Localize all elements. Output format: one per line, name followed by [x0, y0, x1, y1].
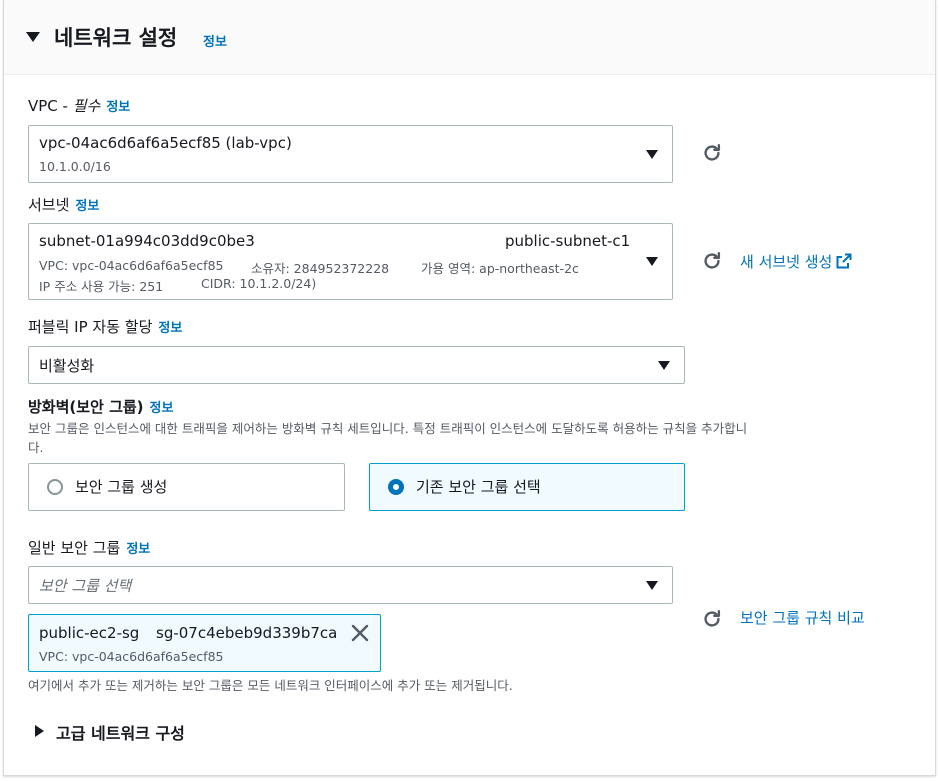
radio-existing-sg[interactable] [388, 479, 404, 495]
public-ip-value: 비활성화 [39, 357, 95, 375]
subnet-refresh-icon[interactable] [701, 250, 723, 272]
vpc-dropdown-caret-icon [646, 150, 658, 159]
subnet-vpc: VPC: vpc-04ac6d6af6a5ecf85 [39, 258, 224, 273]
section-title: 네트워크 설정 [54, 26, 178, 50]
option-create-sg[interactable]: 보안 그룹 생성 [28, 463, 345, 511]
vpc-select[interactable]: vpc-04ac6d6af6a5ecf85 (lab-vpc) 10.1.0.0… [28, 125, 673, 183]
token-sg-name: public-ec2-sg [39, 624, 140, 642]
vpc-required: 필수 [72, 97, 101, 115]
subnet-name: public-subnet-c1 [505, 232, 631, 250]
subnet-id: subnet-01a994c03dd9c0be3 [39, 232, 255, 250]
security-group-dropdown-caret-icon [646, 581, 658, 590]
firewall-description-line2: 다. [28, 440, 44, 455]
public-ip-select[interactable]: 비활성화 [28, 346, 685, 384]
expand-caret-icon[interactable] [35, 725, 44, 737]
common-sg-info-link[interactable]: 정보 [126, 542, 150, 557]
subnet-cidr: CIDR: 10.1.2.0/24) [201, 276, 317, 291]
subnet-az: 가용 영역: ap-northeast-2c [421, 261, 579, 276]
firewall-description: 보안 그룹은 인스턴스에 대한 트래픽을 제어하는 방화벽 규칙 세트입니다. … [28, 419, 928, 457]
common-sg-label-text: 일반 보안 그룹 [28, 539, 121, 557]
network-settings-panel: 네트워크 설정 정보 VPC - 필수 정보 vpc-04ac6d6af6a5ec… [3, 0, 936, 776]
selected-security-group-token: public-ec2-sg sg-07c4ebeb9d339b7ca VPC: … [28, 614, 381, 672]
common-sg-label: 일반 보안 그룹 정보 [28, 537, 150, 558]
public-ip-label: 퍼블릭 IP 자동 할당 정보 [28, 316, 182, 337]
vpc-cidr: 10.1.0.0/16 [39, 159, 111, 174]
public-ip-info-link[interactable]: 정보 [158, 321, 182, 336]
radio-create-sg[interactable] [47, 479, 63, 495]
token-sg-id: sg-07c4ebeb9d339b7ca [156, 624, 338, 642]
subnet-ip-available: IP 주소 사용 가능: 251 [39, 279, 164, 294]
collapse-caret-icon[interactable] [26, 32, 40, 42]
security-group-select[interactable]: 보안 그룹 선택 [28, 566, 673, 604]
create-subnet-link[interactable]: 새 서브넷 생성 [740, 251, 852, 272]
subnet-label-text: 서브넷 [28, 196, 70, 214]
vpc-label-text: VPC - [28, 97, 73, 115]
public-ip-label-text: 퍼블릭 IP 자동 할당 [28, 318, 153, 336]
panel-header[interactable]: 네트워크 설정 정보 [4, 0, 935, 75]
vpc-info-link[interactable]: 정보 [106, 100, 130, 115]
public-ip-dropdown-caret-icon [658, 361, 670, 370]
security-group-note: 여기에서 추가 또는 제거하는 보안 그룹은 모든 네트워크 인터페이스에 추가… [28, 678, 513, 693]
subnet-dropdown-caret-icon [646, 257, 658, 266]
vpc-label: VPC - 필수 정보 [28, 95, 130, 116]
subnet-label: 서브넷 정보 [28, 194, 99, 215]
vpc-refresh-icon[interactable] [701, 142, 723, 164]
subnet-info-link[interactable]: 정보 [75, 199, 99, 214]
remove-token-close-icon[interactable] [351, 624, 369, 642]
subnet-select[interactable]: subnet-01a994c03dd9c0be3 public-subnet-c… [28, 223, 673, 300]
external-link-icon [836, 253, 852, 269]
option-create-sg-label: 보안 그룹 생성 [75, 478, 168, 496]
create-subnet-link-text: 새 서브넷 생성 [740, 253, 833, 271]
subnet-owner: 소유자: 284952372228 [251, 261, 390, 276]
firewall-label: 방화벽(보안 그룹) 정보 [28, 396, 173, 417]
security-group-refresh-icon[interactable] [701, 608, 723, 630]
firewall-info-link[interactable]: 정보 [150, 401, 174, 416]
firewall-description-line1: 보안 그룹은 인스턴스에 대한 트래픽을 제어하는 방화벽 규칙 세트입니다. … [28, 421, 748, 436]
compare-sg-rules-link[interactable]: 보안 그룹 규칙 비교 [740, 607, 865, 628]
security-group-placeholder: 보안 그룹 선택 [39, 577, 132, 595]
option-existing-sg-label: 기존 보안 그룹 선택 [416, 478, 541, 496]
advanced-network-config[interactable]: 고급 네트워크 구성 [56, 720, 185, 744]
vpc-select-value: vpc-04ac6d6af6a5ecf85 (lab-vpc) [39, 134, 292, 152]
option-existing-sg[interactable]: 기존 보안 그룹 선택 [369, 463, 685, 511]
section-info-link[interactable]: 정보 [203, 31, 227, 50]
token-sg-vpc: VPC: vpc-04ac6d6af6a5ecf85 [39, 649, 224, 664]
firewall-label-text: 방화벽(보안 그룹) [28, 398, 144, 416]
